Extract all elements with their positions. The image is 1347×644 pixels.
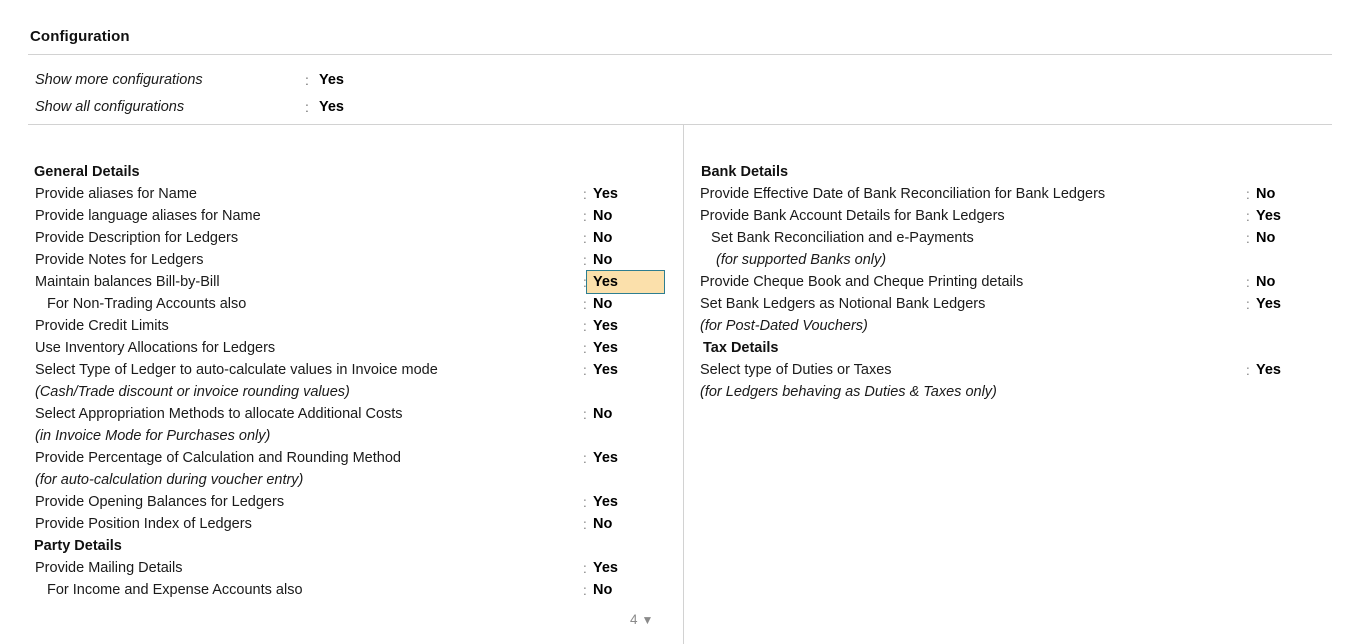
- setting-label: (Cash/Trade discount or invoice rounding…: [35, 384, 350, 400]
- separator-colon: :: [1246, 363, 1250, 378]
- separator-colon: :: [583, 495, 587, 510]
- page-indicator[interactable]: 4▼: [630, 612, 653, 627]
- setting-label: Provide Opening Balances for Ledgers: [35, 494, 284, 510]
- setting-label: (for auto-calculation during voucher ent…: [35, 472, 303, 488]
- setting-value[interactable]: Yes: [1256, 208, 1281, 224]
- column-divider: [683, 125, 684, 644]
- separator-colon: :: [583, 231, 587, 246]
- setting-value[interactable]: Yes: [593, 494, 618, 510]
- setting-value[interactable]: No: [1256, 274, 1275, 290]
- separator-colon: :: [583, 253, 587, 268]
- separator-colon: :: [583, 583, 587, 598]
- setting-label: Select Type of Ledger to auto-calculate …: [35, 362, 438, 378]
- page-title: Configuration: [30, 28, 130, 45]
- separator-colon: :: [583, 363, 587, 378]
- separator-colon: :: [1246, 209, 1250, 224]
- setting-value[interactable]: No: [593, 230, 612, 246]
- group-heading: Bank Details: [701, 164, 788, 180]
- separator-colon: :: [583, 451, 587, 466]
- setting-label: Provide Bank Account Details for Bank Le…: [700, 208, 1005, 224]
- config-row-value[interactable]: Yes: [319, 99, 344, 115]
- setting-label: Set Bank Reconciliation and e-Payments: [711, 230, 974, 246]
- setting-label: Provide Cheque Book and Cheque Printing …: [700, 274, 1023, 290]
- setting-label: (for Post-Dated Vouchers): [700, 318, 868, 334]
- setting-value[interactable]: No: [1256, 230, 1275, 246]
- separator-colon: :: [583, 407, 587, 422]
- group-heading: Party Details: [34, 538, 122, 554]
- setting-label: Provide Percentage of Calculation and Ro…: [35, 450, 401, 466]
- separator-colon: :: [583, 517, 587, 532]
- setting-label: (for supported Banks only): [716, 252, 886, 268]
- setting-value[interactable]: Yes: [593, 450, 618, 466]
- setting-label: Select Appropriation Methods to allocate…: [35, 406, 403, 422]
- setting-label: Provide Effective Date of Bank Reconcili…: [700, 186, 1105, 202]
- separator-colon: :: [583, 561, 587, 576]
- setting-label: Maintain balances Bill-by-Bill: [35, 274, 220, 290]
- setting-value[interactable]: No: [593, 516, 612, 532]
- header-divider-top: [28, 54, 1332, 55]
- setting-label: Select type of Duties or Taxes: [700, 362, 892, 378]
- setting-value[interactable]: No: [593, 252, 612, 268]
- separator-colon: :: [1246, 275, 1250, 290]
- group-heading: Tax Details: [703, 340, 779, 356]
- separator-colon: :: [1246, 187, 1250, 202]
- separator-colon: :: [583, 275, 587, 290]
- group-heading: General Details: [34, 164, 140, 180]
- setting-label: Provide aliases for Name: [35, 186, 197, 202]
- setting-value[interactable]: No: [593, 582, 612, 598]
- setting-value[interactable]: Yes: [593, 340, 618, 356]
- separator-colon: :: [583, 297, 587, 312]
- separator-colon: :: [1246, 231, 1250, 246]
- setting-label: For Income and Expense Accounts also: [47, 582, 303, 598]
- setting-value[interactable]: No: [593, 296, 612, 312]
- header-divider-bottom: [28, 124, 1332, 125]
- setting-value[interactable]: Yes: [593, 274, 618, 290]
- setting-label: (for Ledgers behaving as Duties & Taxes …: [700, 384, 997, 400]
- setting-label: Set Bank Ledgers as Notional Bank Ledger…: [700, 296, 985, 312]
- setting-label: Use Inventory Allocations for Ledgers: [35, 340, 275, 356]
- separator-colon: :: [583, 319, 587, 334]
- separator-colon: :: [583, 209, 587, 224]
- separator-colon: :: [583, 187, 587, 202]
- config-row-value[interactable]: Yes: [319, 72, 344, 88]
- setting-value[interactable]: No: [593, 208, 612, 224]
- setting-value[interactable]: Yes: [593, 318, 618, 334]
- setting-value[interactable]: Yes: [593, 362, 618, 378]
- setting-label: Provide language aliases for Name: [35, 208, 261, 224]
- setting-label: Provide Description for Ledgers: [35, 230, 238, 246]
- separator-colon: :: [583, 341, 587, 356]
- setting-value[interactable]: Yes: [1256, 362, 1281, 378]
- separator-colon: :: [305, 99, 309, 115]
- setting-label: Provide Notes for Ledgers: [35, 252, 203, 268]
- separator-colon: :: [305, 72, 309, 88]
- setting-value[interactable]: No: [1256, 186, 1275, 202]
- setting-value[interactable]: No: [593, 406, 612, 422]
- setting-value[interactable]: Yes: [1256, 296, 1281, 312]
- setting-value[interactable]: Yes: [593, 560, 618, 576]
- setting-label: Provide Mailing Details: [35, 560, 182, 576]
- separator-colon: :: [1246, 297, 1250, 312]
- setting-label: For Non-Trading Accounts also: [47, 296, 246, 312]
- config-row-label: Show more configurations: [35, 72, 203, 88]
- setting-label: Provide Credit Limits: [35, 318, 169, 334]
- setting-label: (in Invoice Mode for Purchases only): [35, 428, 270, 444]
- config-row-label: Show all configurations: [35, 99, 184, 115]
- chevron-down-icon: ▼: [642, 613, 654, 627]
- page-number: 4: [630, 612, 638, 627]
- setting-label: Provide Position Index of Ledgers: [35, 516, 252, 532]
- setting-value[interactable]: Yes: [593, 186, 618, 202]
